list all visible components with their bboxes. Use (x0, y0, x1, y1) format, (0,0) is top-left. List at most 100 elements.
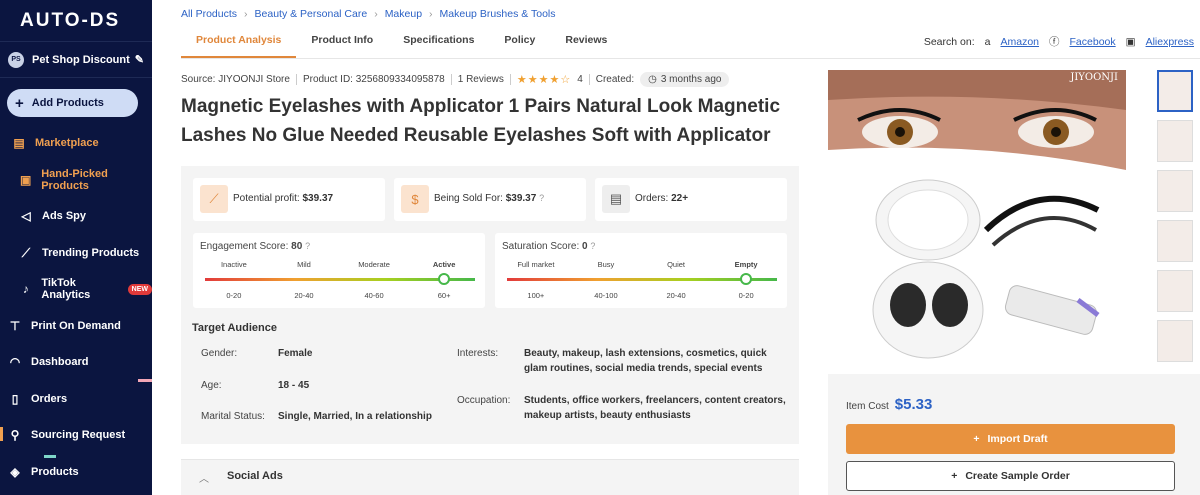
create-sample-order-button[interactable]: + Create Sample Order (846, 461, 1175, 491)
breadcrumb-link[interactable]: All Products (181, 8, 237, 20)
tab-reviews[interactable]: Reviews (550, 28, 622, 58)
gauge-icon: ◠ (9, 355, 21, 369)
scale-level: Empty (734, 260, 758, 269)
marital-value: Single, Married, In a relationship (278, 411, 432, 422)
plus-icon: + (951, 470, 958, 482)
breadcrumb-link[interactable]: Beauty & Personal Care (255, 8, 368, 20)
tab-specifications[interactable]: Specifications (388, 28, 489, 58)
product-meta: Source: JIYOONJI Store Product ID: 32568… (181, 72, 730, 87)
sidebar-item-print-on-demand[interactable]: ⊤ Print On Demand (0, 316, 152, 336)
item-cost-value: $5.33 (894, 396, 933, 413)
marital-label: Marital Status: (201, 411, 265, 422)
import-draft-button[interactable]: + Import Draft (846, 424, 1175, 454)
aliexpress-icon: ▣ (1125, 35, 1136, 48)
breadcrumb-link[interactable]: Makeup (385, 8, 422, 20)
pencil-icon[interactable]: ✎ (135, 53, 144, 66)
thumbnail[interactable] (1157, 70, 1193, 112)
aliexpress-link[interactable]: Aliexpress (1146, 36, 1194, 48)
divider (450, 74, 452, 85)
saturation-scale-bar (507, 278, 777, 281)
created-label: Created: (595, 74, 635, 85)
reviews-count[interactable]: 1 Reviews (458, 74, 504, 85)
engagement-value: 80 (291, 241, 303, 252)
info-icon[interactable]: ? (539, 193, 544, 203)
thumbnail[interactable] (1157, 220, 1193, 262)
facebook-link[interactable]: Facebook (1070, 36, 1116, 48)
sidebar-item-label: Hand-Picked Products (41, 168, 108, 192)
cube-icon: ◈ (10, 465, 20, 479)
scale-level: Moderate (358, 260, 390, 269)
product-title: Magnetic Eyelashes with Applicator 1 Pai… (181, 96, 781, 146)
thumbnail-strip (1157, 70, 1194, 370)
sidebar-item-hand-picked[interactable]: ▣ Hand-Picked Products (0, 168, 152, 192)
profit-label: Potential profit: (233, 193, 300, 204)
scale-range: 100+ (527, 291, 545, 300)
facebook-icon: ⓕ (1049, 36, 1060, 48)
amazon-link[interactable]: Amazon (1000, 36, 1039, 48)
dollar-icon: $ (401, 185, 429, 213)
engagement-score-card: Engagement Score: 80 ? Inactive Mild Mod… (193, 233, 485, 308)
image-brand-text: JIYOONJI (1069, 72, 1118, 83)
engagement-scale-bar (205, 278, 475, 281)
info-icon[interactable]: ? (590, 241, 595, 251)
rating-value: 4 (577, 74, 583, 85)
product-id: Product ID: 3256809334095878 (302, 74, 445, 85)
create-sample-label: Create Sample Order (965, 470, 1070, 482)
chevron-right-icon: › (244, 8, 248, 20)
store-icon: ▤ (13, 136, 25, 150)
sidebar-item-label: TikTok Analytics (41, 277, 91, 301)
product-image[interactable]: JIYOONJI (828, 70, 1126, 370)
decor-accent (0, 427, 3, 441)
orders-value: 22+ (671, 193, 689, 204)
sourcing-icon: ⚲ (10, 428, 20, 442)
clock-icon: ◷ (648, 74, 657, 85)
sidebar-item-label: Marketplace (35, 137, 99, 149)
tab-policy[interactable]: Policy (489, 28, 550, 58)
saturation-marker (740, 273, 752, 285)
clipboard-icon: ▤ (602, 185, 630, 213)
divider (509, 74, 511, 85)
engagement-label: Engagement Score: (200, 241, 289, 252)
sidebar-item-label: Products (31, 466, 79, 478)
autods-logo[interactable]: AUTO-DS (0, 0, 152, 42)
thumbnail[interactable] (1157, 120, 1193, 162)
sidebar-item-dashboard[interactable]: ◠ Dashboard (0, 352, 152, 372)
tab-product-info[interactable]: Product Info (296, 28, 388, 58)
thumbnail[interactable] (1157, 270, 1193, 312)
item-cost-label: Item Cost (846, 401, 889, 412)
plus-icon: + (973, 433, 980, 445)
add-products-label: Add Products (31, 97, 104, 109)
sidebar-item-label: Orders (31, 393, 68, 405)
sidebar-item-trending[interactable]: ⟋ Trending Products (0, 243, 152, 263)
sidebar-item-ads-spy[interactable]: ◁ Ads Spy (0, 206, 152, 226)
sidebar-item-marketplace[interactable]: ▤ Marketplace (0, 133, 152, 153)
social-ads-section[interactable]: ︿ Social Ads (181, 459, 799, 495)
gender-value: Female (278, 348, 313, 359)
sidebar-item-orders[interactable]: ▯ Orders (0, 389, 152, 409)
thumbnail[interactable] (1157, 320, 1193, 362)
sidebar-item-sourcing[interactable]: ⚲ Sourcing Request (0, 425, 152, 445)
sidebar-item-products[interactable]: ◈ Products (0, 462, 152, 482)
occupation-label: Occupation: (457, 395, 511, 406)
scale-level: Mild (297, 260, 311, 269)
add-products-button[interactable]: + Add Products (7, 89, 138, 117)
sold-for-card: $ Being Sold For: $39.37 ? (394, 178, 586, 221)
chevron-up-icon[interactable]: ︿ (199, 470, 209, 485)
age-label: Age: (201, 380, 222, 391)
breadcrumb-link[interactable]: Makeup Brushes & Tools (440, 8, 556, 20)
store-selector[interactable]: PS Pet Shop Discount ✎ (0, 42, 152, 78)
tab-product-analysis[interactable]: Product Analysis (181, 28, 297, 58)
store-avatar: PS (8, 51, 24, 68)
thumbnail[interactable] (1157, 170, 1193, 212)
search-on-label: Search on: (923, 35, 975, 48)
source-text: Source: JIYOONJI Store (181, 74, 290, 85)
sidebar-item-label: Print On Demand (31, 320, 121, 332)
profit-card: ⟋ Potential profit: $39.37 (193, 178, 385, 221)
divider (295, 74, 297, 85)
scale-range: 20-40 (294, 291, 314, 300)
info-icon[interactable]: ? (305, 241, 310, 251)
item-cost: Item Cost $5.33 (846, 396, 932, 413)
import-draft-label: Import Draft (987, 433, 1048, 445)
plus-icon: + (15, 94, 24, 112)
sidebar-item-tiktok[interactable]: ♪ TikTok Analytics NEW (0, 277, 152, 301)
